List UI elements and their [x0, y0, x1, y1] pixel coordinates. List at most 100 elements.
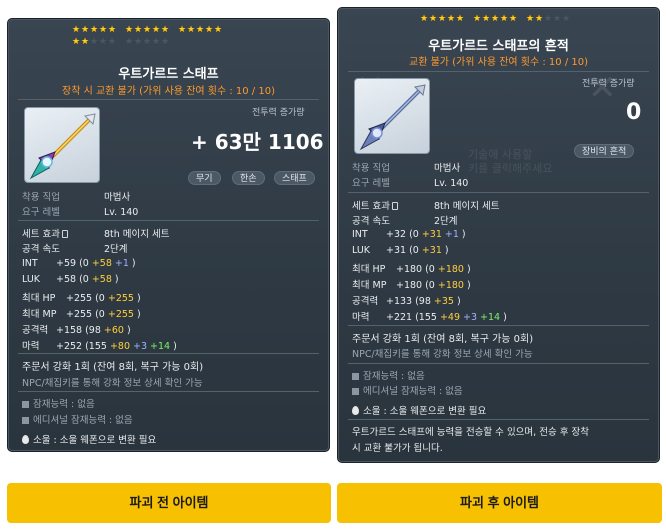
stat-open: (0 — [425, 264, 435, 275]
starforce-stars: ★ ★ ★ ★ ★ ★ ★ ★ ★ ★ ★ ★ ★ ★ ★ ★ ★ ★ ★ ★ ★ ★ ★ ★ ★ — [72, 25, 272, 47]
stat-name: 최대 MP — [22, 309, 57, 320]
stat-a: +255 — [107, 309, 134, 320]
upgrade-note: NPC/채집키를 통해 강화 정보 상세 확인 가능 — [22, 378, 203, 389]
divider — [348, 363, 649, 364]
stat-row: LUK +58 (0 +58) — [22, 274, 119, 285]
star-empty-icon: ★ — [99, 37, 108, 47]
description-line-2: 시 교환 불가가 됩니다. — [352, 443, 443, 454]
stat-row: INT +59 (0 +58 +1) — [22, 258, 136, 269]
staff-item-icon — [354, 78, 430, 154]
stat-open: (98 — [85, 325, 101, 336]
stat-row: 마력 +252 (155 +80 +3 +14) — [22, 338, 177, 352]
stat-name: 최대 HP — [22, 293, 56, 304]
upgrade-row: 주문서 강화 1회 (잔여 8회, 복구 가능 0회) — [22, 362, 204, 373]
additional-potential-row: 에디셔널 잠재능력 : 없음 — [352, 383, 463, 397]
star-filled-icon: ★ — [438, 14, 447, 24]
stat-row: INT +32 (0 +31 +1) — [352, 229, 466, 240]
level-row: 요구 레벨 Lv. 140 — [22, 207, 139, 218]
stat-a: +58 — [91, 274, 112, 285]
stat-close: ) — [444, 245, 449, 256]
stat-open: (0 — [95, 309, 105, 320]
divider — [18, 353, 319, 354]
stat-c: +14 — [480, 312, 501, 323]
upgrade-row: 주문서 강화 1회 (잔여 8회, 복구 가능 0회) — [352, 334, 534, 345]
stat-total: +31 — [386, 245, 407, 256]
star-filled-icon: ★ — [187, 25, 196, 35]
star-filled-icon: ★ — [134, 25, 143, 35]
additional-potential-row: 에디셔널 잠재능력 : 없음 — [22, 412, 133, 426]
divider — [18, 99, 319, 100]
tag-staff: 스태프 — [274, 171, 315, 185]
stat-b: +1 — [444, 229, 459, 240]
stat-total: +58 — [56, 274, 77, 285]
set-row: 세트 효과 8th 메이지 세트 — [352, 201, 500, 212]
lock-icon — [61, 230, 68, 238]
star-filled-icon: ★ — [90, 25, 99, 35]
stat-total: +255 — [66, 309, 93, 320]
stat-close: ) — [466, 264, 471, 275]
star-empty-icon: ★ — [161, 37, 170, 47]
star-filled-icon: ★ — [429, 14, 438, 24]
star-group: ★ ★ ★ ★ ★ — [526, 14, 570, 24]
tag-weapon: 무기 — [188, 171, 221, 185]
star-group: ★ ★ ★ ★ ★ — [473, 14, 517, 24]
star-empty-icon: ★ — [90, 37, 99, 47]
item-tooltip-after: ★★★★★★★★★★★★★★★ ✕ ✕ 우트가르드 스태프의 흔적 교환 불가 … — [337, 7, 660, 463]
stat-name: 최대 MP — [352, 280, 387, 291]
star-filled-icon: ★ — [491, 14, 500, 24]
divider — [18, 220, 319, 221]
stat-total: +158 — [56, 325, 83, 336]
stat-name: 공격력 — [22, 325, 49, 336]
star-filled-icon: ★ — [447, 14, 456, 24]
soul-row: 소울 : 소울 웨폰으로 변환 필요 — [352, 403, 486, 417]
item-subtitle: 교환 불가 (가위 사용 잔여 횟수 : 10 / 10) — [409, 57, 588, 68]
stat-close: ) — [131, 258, 136, 269]
stat-a: +255 — [107, 293, 134, 304]
stat-name: 공격력 — [352, 296, 379, 307]
stat-row: 최대 HP +255 (0 +255) — [22, 290, 141, 304]
speed-row: 공격 속도 2단계 — [22, 244, 128, 255]
power-label: 전투력 증가량 — [582, 79, 635, 89]
star-empty-icon: ★ — [553, 14, 562, 24]
level-row: 요구 레벨 Lv. 140 — [352, 178, 469, 189]
stat-a: +35 — [433, 296, 454, 307]
star-filled-icon: ★ — [81, 37, 90, 47]
job-row: 착용 직업 마법사 — [22, 192, 131, 203]
star-group: ★ ★ ★ ★ ★ — [72, 37, 116, 47]
star-filled-icon: ★ — [473, 14, 482, 24]
star-filled-icon: ★ — [178, 25, 187, 35]
stat-row: LUK +31 (0 +31) — [352, 245, 449, 256]
star-filled-icon: ★ — [205, 25, 214, 35]
potential-square-icon — [352, 373, 359, 380]
stat-name: LUK — [352, 245, 371, 256]
stat-a: +31 — [421, 245, 442, 256]
stat-row: 마력 +221 (155 +49 +3 +14) — [352, 309, 507, 323]
star-empty-icon: ★ — [544, 14, 553, 24]
divider — [348, 419, 649, 420]
star-empty-icon: ★ — [125, 37, 134, 47]
stat-row: 공격력 +158 (98 +60) — [22, 322, 131, 336]
stat-close: ) — [461, 229, 466, 240]
after-item-button[interactable]: 파괴 후 아이템 — [337, 483, 662, 523]
star-group: ★ ★ ★ ★ ★ — [125, 37, 170, 47]
divider — [348, 71, 649, 72]
flame-icon — [22, 435, 29, 444]
staff-item-icon — [24, 107, 100, 183]
star-filled-icon: ★ — [125, 25, 134, 35]
star-filled-icon: ★ — [161, 25, 170, 35]
star-empty-icon: ★ — [143, 37, 152, 47]
star-group: ★ ★ ★ ★ ★ — [72, 25, 116, 35]
stat-name: 마력 — [352, 312, 370, 323]
starforce-stars: ★ ★ ★ ★ ★ ★ ★ ★ ★ ★ ★ ★ ★ ★ ★ — [420, 14, 570, 24]
power-label: 전투력 증가량 — [252, 108, 305, 118]
star-filled-icon: ★ — [143, 25, 152, 35]
stat-a: +58 — [91, 258, 112, 269]
stat-name: LUK — [22, 274, 41, 285]
before-item-button[interactable]: 파괴 전 아이템 — [7, 483, 331, 523]
divider — [18, 391, 319, 392]
stat-a: +31 — [421, 229, 442, 240]
stat-close: ) — [136, 293, 141, 304]
speed-row: 공격 속도 2단계 — [352, 216, 458, 227]
stat-close: ) — [466, 280, 471, 291]
stat-open: (155 — [85, 341, 107, 352]
